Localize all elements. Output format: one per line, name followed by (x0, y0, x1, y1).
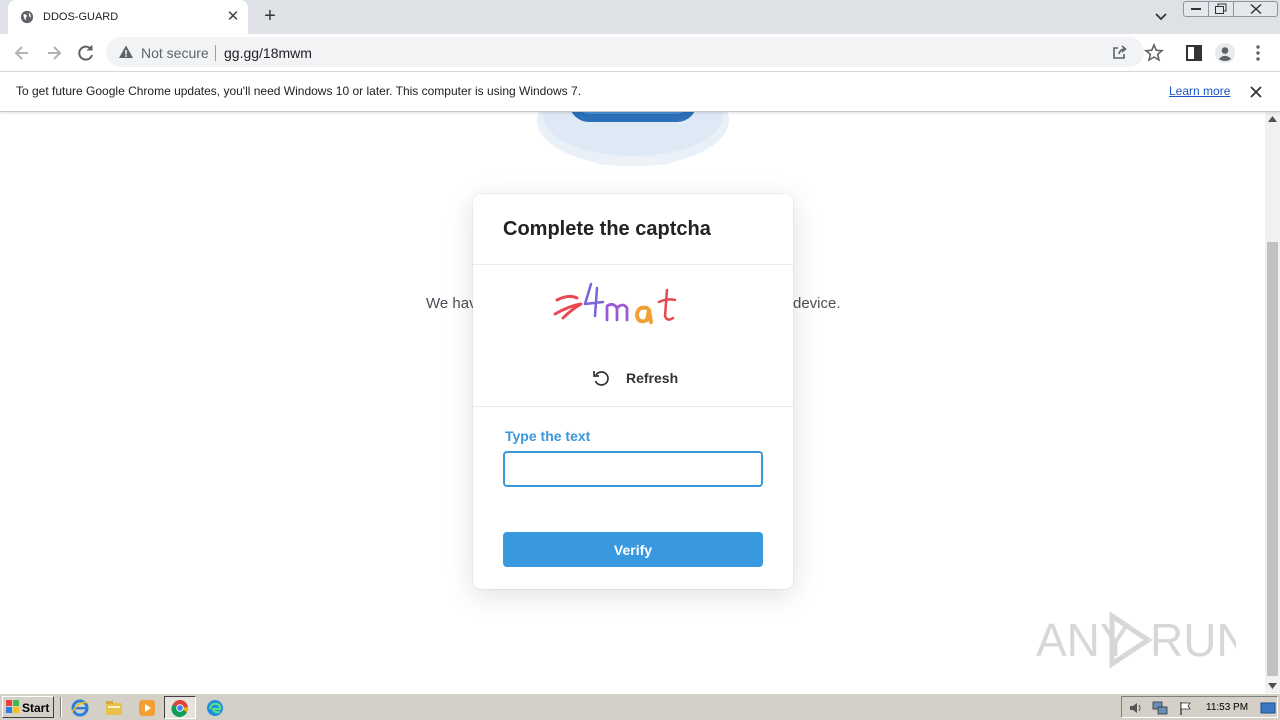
background-message-left: We hav (426, 295, 477, 312)
ie-icon[interactable] (70, 698, 90, 718)
start-button[interactable]: Start (2, 696, 54, 718)
update-infobar: To get future Google Chrome updates, you… (0, 72, 1280, 112)
chrome-icon (171, 700, 188, 717)
share-icon[interactable] (1112, 44, 1128, 60)
window-close-button[interactable] (1233, 1, 1278, 17)
tab-close-button[interactable]: ✕ (224, 8, 242, 26)
divider (473, 264, 793, 265)
divider (473, 406, 793, 407)
forward-icon (48, 46, 62, 60)
network-icon[interactable] (1152, 700, 1168, 716)
verify-button[interactable]: Verify (503, 532, 763, 567)
back-icon (14, 46, 28, 60)
tab-strip: DDOS-GUARD ✕ + (0, 0, 1280, 34)
reload-button[interactable] (74, 41, 98, 65)
flag-icon[interactable] (1178, 700, 1194, 716)
captcha-card: Complete the captcha Refresh Type the te… (473, 194, 793, 589)
robot-illustration (537, 112, 729, 166)
captcha-heading: Complete the captcha (503, 218, 711, 240)
browser-toolbar: Not secure gg.gg/18mwm (0, 34, 1280, 72)
restore-icon (1215, 3, 1227, 14)
learn-more-link[interactable]: Learn more (1169, 84, 1230, 98)
restore-button[interactable] (1208, 1, 1234, 17)
close-icon (1249, 3, 1262, 15)
anyrun-watermark: ANY RUN (1036, 611, 1236, 669)
media-player-icon[interactable] (137, 698, 157, 718)
captcha-image (553, 282, 677, 324)
scroll-up-icon[interactable] (1268, 116, 1277, 122)
taskbar-separator (60, 697, 62, 717)
profile-icon[interactable] (1214, 42, 1236, 64)
minimize-button[interactable] (1183, 1, 1209, 17)
side-panel-icon[interactable] (1183, 42, 1205, 64)
new-tab-button[interactable]: + (259, 6, 281, 28)
infobar-message: To get future Google Chrome updates, you… (16, 84, 582, 98)
refresh-icon (593, 371, 609, 386)
captcha-input-label: Type the text (505, 428, 591, 444)
explorer-icon[interactable] (104, 698, 124, 718)
start-label: Start (22, 701, 50, 715)
chevron-down-icon[interactable] (1152, 9, 1170, 25)
close-icon[interactable] (1247, 83, 1265, 101)
edge-icon[interactable] (205, 698, 225, 718)
minimize-icon (1191, 8, 1201, 10)
menu-icon[interactable] (1247, 42, 1269, 64)
clock: 11:53 PM (1206, 702, 1249, 713)
refresh-button[interactable]: Refresh (591, 365, 691, 389)
system-tray: 11:53 PM (1121, 696, 1278, 718)
volume-icon[interactable] (1128, 700, 1144, 716)
windows-logo-icon (6, 700, 19, 713)
warning-icon[interactable] (118, 44, 134, 60)
reload-icon (78, 45, 93, 61)
forward-button[interactable] (42, 41, 66, 65)
omnibox-separator (215, 45, 216, 61)
back-button[interactable] (10, 41, 34, 65)
scroll-down-icon[interactable] (1268, 683, 1277, 689)
refresh-label: Refresh (626, 370, 679, 386)
chrome-taskbar-button[interactable] (164, 696, 196, 719)
tab-ddos-guard[interactable]: DDOS-GUARD ✕ (8, 0, 248, 34)
star-icon[interactable] (1143, 42, 1165, 64)
background-message-right: device. (793, 295, 841, 312)
address-bar[interactable]: Not secure gg.gg/18mwm (106, 37, 1144, 67)
page-scrollbar[interactable] (1265, 112, 1280, 693)
captcha-input[interactable] (503, 451, 763, 487)
security-status[interactable]: Not secure (141, 45, 209, 61)
globe-icon (20, 10, 34, 24)
watermark-text-right: RUN (1150, 614, 1236, 666)
scrollbar-thumb[interactable] (1267, 242, 1278, 676)
tab-title: DDOS-GUARD (43, 11, 119, 23)
page-viewport: We hav device. Complete the captcha Refr… (0, 112, 1265, 693)
url-text[interactable]: gg.gg/18mwm (224, 45, 312, 61)
windows-taskbar: Start 11:53 PM (0, 693, 1280, 720)
show-desktop-icon[interactable] (1260, 700, 1276, 716)
